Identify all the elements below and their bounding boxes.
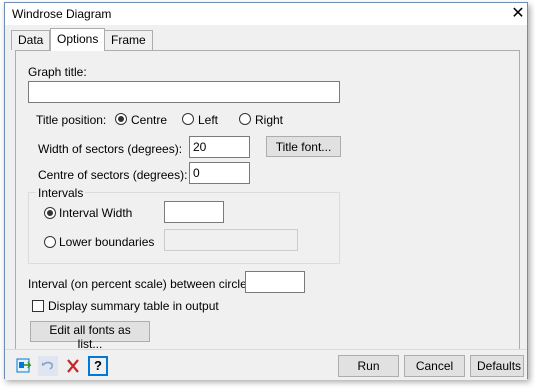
clear-icon[interactable] bbox=[63, 356, 83, 376]
radio-centre-label[interactable]: Centre bbox=[131, 113, 167, 127]
lower-boundaries-input bbox=[164, 229, 298, 251]
radio-right-label[interactable]: Right bbox=[255, 113, 283, 127]
options-panel: Graph title: Title position: Centre Left… bbox=[15, 50, 520, 351]
title-bar: Windrose Diagram ✕ bbox=[5, 3, 527, 25]
window-title: Windrose Diagram bbox=[12, 7, 112, 21]
circles-interval-label: Interval (on percent scale) between circ… bbox=[28, 277, 257, 291]
edit-fonts-button[interactable]: Edit all fonts as list... bbox=[30, 321, 150, 351]
tab-frame[interactable]: Frame bbox=[104, 30, 153, 50]
interval-width-label[interactable]: Interval Width bbox=[59, 206, 132, 220]
pin-icon[interactable] bbox=[14, 356, 34, 376]
radio-interval-width[interactable] bbox=[44, 207, 56, 219]
radio-centre[interactable] bbox=[115, 113, 127, 125]
title-font-button[interactable]: Title font... bbox=[266, 136, 341, 157]
footer-bar: ? Run Cancel Defaults bbox=[5, 349, 527, 380]
radio-left-label[interactable]: Left bbox=[198, 113, 218, 127]
graph-title-label: Graph title: bbox=[28, 65, 87, 79]
help-icon[interactable]: ? bbox=[88, 356, 108, 376]
width-sectors-input[interactable] bbox=[189, 136, 250, 158]
circles-interval-input[interactable] bbox=[245, 271, 305, 293]
close-icon[interactable]: ✕ bbox=[508, 4, 528, 24]
interval-width-input[interactable] bbox=[164, 201, 224, 223]
run-button[interactable]: Run bbox=[338, 355, 399, 377]
intervals-group-label: Intervals bbox=[36, 186, 86, 200]
dialog-window: Windrose Diagram ✕ Data Options Frame Gr… bbox=[4, 2, 528, 380]
centre-sectors-input[interactable] bbox=[189, 162, 250, 184]
title-position-label: Title position: bbox=[36, 113, 107, 127]
tab-data[interactable]: Data bbox=[11, 30, 51, 50]
summary-checkbox[interactable] bbox=[32, 300, 44, 312]
radio-lower-boundaries[interactable] bbox=[44, 236, 56, 248]
defaults-button[interactable]: Defaults bbox=[470, 355, 524, 377]
lower-boundaries-label[interactable]: Lower boundaries bbox=[59, 235, 154, 249]
radio-right[interactable] bbox=[239, 113, 251, 125]
centre-sectors-label: Centre of sectors (degrees): bbox=[38, 168, 188, 182]
graph-title-input[interactable] bbox=[28, 81, 340, 103]
radio-left[interactable] bbox=[182, 113, 194, 125]
undo-icon[interactable] bbox=[38, 356, 58, 376]
cancel-button[interactable]: Cancel bbox=[404, 355, 465, 377]
tab-options[interactable]: Options bbox=[50, 28, 106, 51]
width-sectors-label: Width of sectors (degrees): bbox=[38, 142, 183, 156]
summary-checkbox-label[interactable]: Display summary table in output bbox=[48, 299, 219, 313]
